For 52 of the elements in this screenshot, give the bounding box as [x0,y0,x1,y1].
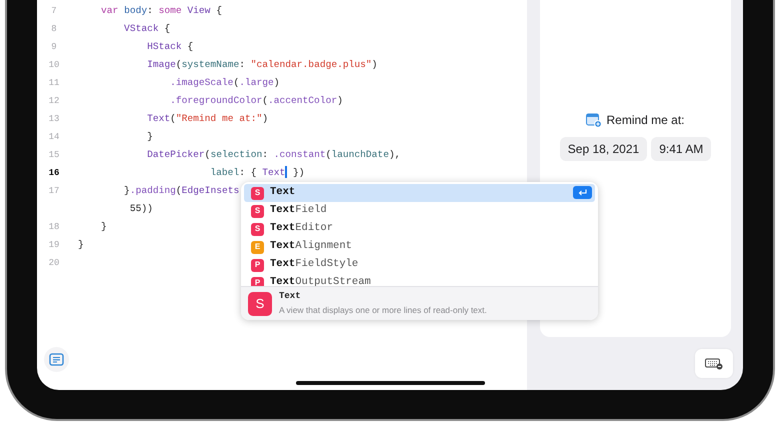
line-number: 18 [48,221,60,234]
symbol-badge: S [251,204,264,218]
line-number: 11 [48,77,60,90]
line-number: 10 [48,59,60,72]
code-line: } [100,220,107,234]
code-line: Image(systemName: "calendar.badge.plus") [146,58,378,72]
symbol-badge: P [251,276,264,286]
line-number: 15 [48,149,60,162]
code-line: 55)) [128,202,153,216]
completion-item[interactable]: P TextFieldStyle [244,256,595,274]
code-line: HStack { [146,40,194,54]
code-line: }.padding(EdgeInsets [123,184,240,198]
code-line: DatePicker(selection: .constant(launchDate), [146,148,400,162]
code-line: } [77,238,84,252]
code-line: } [146,130,153,144]
code-line: label: { Text }) [209,165,305,180]
code-line: VStack { [123,22,170,36]
text-cursor [285,166,288,178]
line-number: 7 [50,5,58,18]
line-number: 20 [48,257,60,270]
code-line: var body: some View { [100,4,222,18]
completion-item[interactable]: S TextEditor [244,220,595,238]
keyboard-icon [705,358,723,370]
line-number: 19 [48,239,60,252]
reminder-label: Remind me at: [606,112,685,129]
line-number: 8 [50,23,58,36]
keyboard-button[interactable] [695,349,733,378]
line-number: 14 [48,131,60,144]
completion-item[interactable]: S TextField [244,202,595,220]
detail-description: A view that displays one or more lines of read-only text. [279,304,487,317]
line-number: 16 [48,167,60,180]
symbol-badge: P [251,258,264,272]
line-number: 13 [48,113,60,126]
date-button[interactable]: Sep 18, 2021 [560,137,648,161]
completion-item[interactable]: S Text [244,184,595,202]
symbol-badge: S [251,186,264,200]
line-number: 9 [50,41,58,54]
document-button[interactable] [44,347,69,372]
line-number: 17 [48,185,60,198]
code-line: .foregroundColor(.accentColor) [169,94,343,108]
detail-title: Text [279,290,302,304]
return-key-icon [573,186,592,200]
code-line: .imageScale(.large) [169,76,280,90]
completion-item[interactable]: E TextAlignment [244,238,595,256]
symbol-badge: S [251,222,264,236]
calendar-icon [586,112,602,128]
symbol-badge: S [248,292,272,316]
line-number: 12 [48,95,60,108]
document-icon [49,353,64,366]
code-line: Text("Remind me at:") [146,112,268,126]
symbol-badge: E [251,240,264,254]
time-button[interactable]: 9:41 AM [651,137,712,161]
